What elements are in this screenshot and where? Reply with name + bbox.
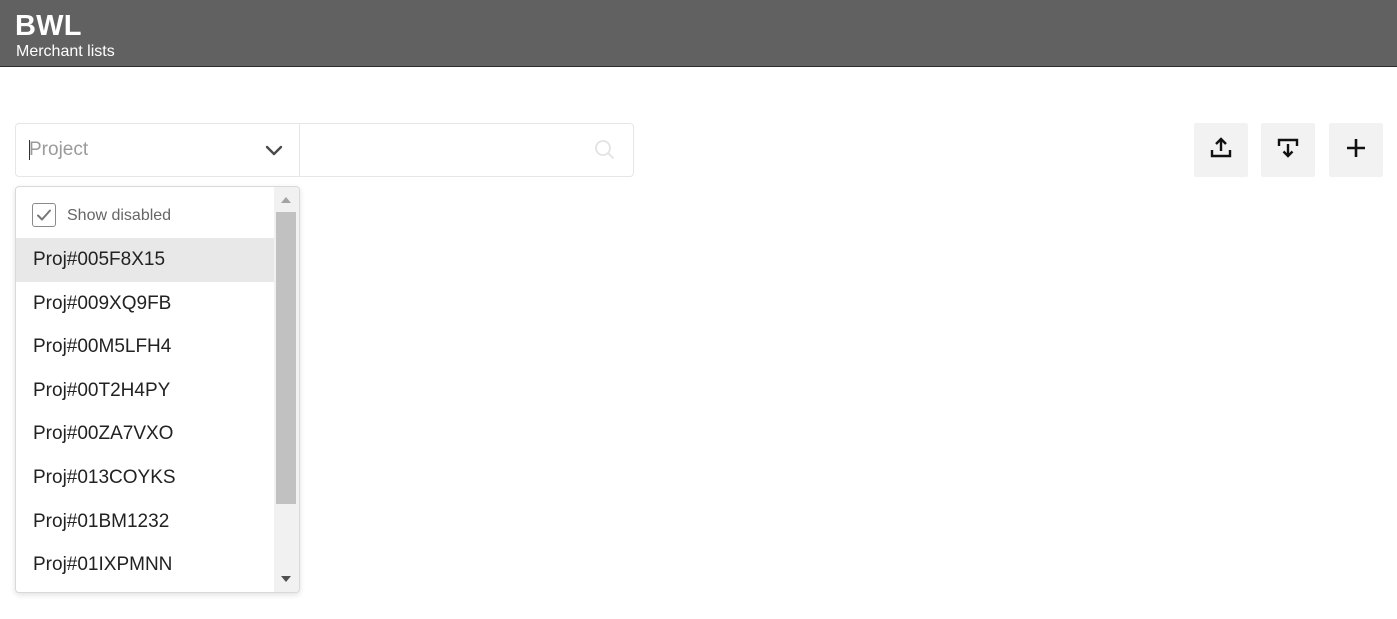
project-option[interactable]: Proj#00T2H4PY (16, 369, 274, 413)
project-option-list: Proj#005F8X15 Proj#009XQ9FB Proj#00M5LFH4 P… (16, 238, 274, 587)
project-dropdown-menu: Show disabled Proj#005F8X15 Proj#009XQ9FB… (15, 186, 300, 593)
project-option[interactable]: Proj#00M5LFH4 (16, 325, 274, 369)
scroll-down-arrow-icon[interactable] (281, 576, 291, 582)
project-option[interactable]: Proj#00ZA7VXO (16, 412, 274, 456)
checkmark-icon (37, 209, 51, 221)
project-option[interactable]: Proj#01BM1232 (16, 500, 274, 544)
show-disabled-toggle[interactable]: Show disabled (16, 187, 274, 238)
download-button[interactable] (1261, 123, 1315, 177)
dropdown-scrollbar[interactable] (274, 187, 299, 592)
text-cursor (29, 140, 30, 160)
show-disabled-checkbox[interactable] (32, 203, 56, 227)
app-title: BWL (15, 10, 82, 42)
add-button[interactable] (1329, 123, 1383, 177)
plus-icon (1344, 136, 1368, 165)
app-header: BWL Merchant lists (0, 0, 1397, 67)
download-icon (1276, 136, 1300, 165)
project-select[interactable] (16, 124, 300, 176)
scrollbar-thumb[interactable] (276, 212, 296, 504)
project-input[interactable] (29, 137, 249, 163)
search-input[interactable] (301, 124, 581, 176)
project-option[interactable]: Proj#005F8X15 (16, 238, 274, 282)
scroll-up-arrow-icon[interactable] (281, 197, 291, 203)
upload-button[interactable] (1194, 123, 1248, 177)
upload-icon (1209, 136, 1233, 165)
show-disabled-label: Show disabled (67, 207, 172, 224)
filter-bar (15, 123, 634, 177)
page-subtitle: Merchant lists (16, 43, 115, 60)
project-option[interactable]: Proj#01IXPMNN (16, 543, 274, 587)
project-option[interactable]: Proj#009XQ9FB (16, 282, 274, 326)
chevron-down-icon[interactable] (264, 140, 284, 160)
search-icon[interactable] (594, 139, 616, 161)
project-option[interactable]: Proj#013COYKS (16, 456, 274, 500)
